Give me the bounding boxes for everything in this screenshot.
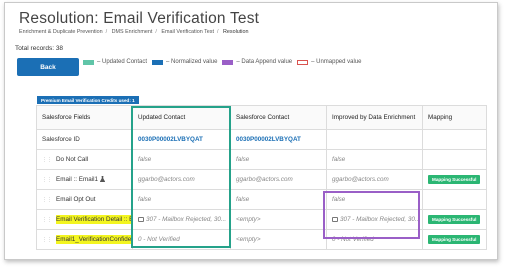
total-records: Total records: 38 xyxy=(15,45,64,52)
record-icon xyxy=(138,217,144,222)
field-name: ⋮⋮ Email :: Email1 xyxy=(36,169,133,190)
drag-handle-icon[interactable]: ⋮⋮ xyxy=(42,217,52,223)
legend-item: – Unmapped value xyxy=(297,59,362,65)
mapping-status-badge: Mapping Successful xyxy=(428,215,481,224)
table-row: ⋮⋮ Do Not Call false false false xyxy=(36,149,487,170)
updated-swatch xyxy=(83,59,94,65)
updated-value: false xyxy=(132,189,231,210)
app-window: Resolution: Email Verification Test Enri… xyxy=(4,2,498,260)
column-header: Mapping xyxy=(422,105,487,130)
salesforce-value: <empty> xyxy=(230,229,327,250)
field-name: ⋮⋮ Do Not Call xyxy=(36,149,133,170)
breadcrumb-current: Resolution xyxy=(223,29,249,35)
column-header: Updated Contact xyxy=(132,105,231,130)
mapping-cell xyxy=(422,129,487,150)
drag-handle-icon[interactable]: ⋮⋮ xyxy=(42,237,52,243)
legend-item: – Updated Contact xyxy=(83,59,147,65)
breadcrumb-item[interactable]: DMS Enrichment xyxy=(112,29,153,35)
field-name: ⋮⋮ Email1_VerificationConfide... xyxy=(36,229,133,250)
mapping-cell xyxy=(422,149,487,170)
table-row: ⋮⋮ Email :: Email1 ggarbo@actors.com ggar… xyxy=(36,169,487,190)
improved-value: ggarbo@actors.com xyxy=(326,169,423,190)
flask-icon xyxy=(100,176,105,182)
column-header: Salesforce Contact xyxy=(230,105,327,130)
updated-value: 0 - Not Verified xyxy=(132,229,231,250)
updated-value: 307 - Mailbox Rejected, 30... xyxy=(132,209,231,230)
salesforce-value[interactable]: 0030P00002LVBYQAT xyxy=(230,129,327,150)
table-row: ⋮⋮ Email Opt Out false false false xyxy=(36,189,487,210)
mapping-cell xyxy=(422,189,487,210)
drag-handle-icon[interactable]: ⋮⋮ xyxy=(42,157,52,163)
credits-badge: Premium Email Verification Credits used:… xyxy=(37,96,139,104)
page-title: Resolution: Email Verification Test xyxy=(19,10,260,27)
mapping-cell: Mapping Successful xyxy=(422,229,487,250)
improved-value: false xyxy=(326,189,423,210)
table-row: Salesforce ID 0030P00002LVBYQAT 0030P000… xyxy=(36,129,487,150)
updated-value[interactable]: 0030P00002LVBYQAT xyxy=(132,129,231,150)
improved-value xyxy=(326,129,423,150)
salesforce-value: false xyxy=(230,189,327,210)
record-icon xyxy=(332,217,338,222)
table-header-row: Salesforce Fields Updated Contact Salesf… xyxy=(36,105,487,130)
back-button[interactable]: Back xyxy=(17,58,79,76)
column-header: Improved by Data Enrichment xyxy=(326,105,423,130)
field-name: ⋮⋮ Email Opt Out xyxy=(36,189,133,210)
salesforce-value: ggarbo@actors.com xyxy=(230,169,327,190)
normalized-swatch xyxy=(152,59,164,65)
table-row: ⋮⋮ Email1_VerificationConfide... 0 - Not … xyxy=(36,229,487,250)
unmapped-swatch xyxy=(297,59,309,65)
legend-item: – Normalized value xyxy=(152,59,217,65)
resolution-table: Salesforce Fields Updated Contact Salesf… xyxy=(36,105,487,250)
legend: – Updated Contact – Normalized value – D… xyxy=(83,59,367,65)
mapping-cell: Mapping Successful xyxy=(422,169,487,190)
field-name: ⋮⋮ Email Verification Detail :: E... xyxy=(36,209,133,230)
salesforce-value: false xyxy=(230,149,327,170)
breadcrumb-item[interactable]: Enrichment & Duplicate Prevention xyxy=(19,29,103,35)
improved-value: 307 - Mailbox Rejected, 30... xyxy=(326,209,423,230)
breadcrumb-item[interactable]: Email Verification Test xyxy=(161,29,214,35)
updated-value: false xyxy=(132,149,231,170)
drag-handle-icon[interactable]: ⋮⋮ xyxy=(42,197,52,203)
improved-value: 0 - Not Verified xyxy=(326,229,423,250)
mapping-status-badge: Mapping Successful xyxy=(428,235,481,244)
salesforce-value: <empty> xyxy=(230,209,327,230)
field-name: Salesforce ID xyxy=(36,129,133,150)
breadcrumb: Enrichment & Duplicate Prevention / DMS E… xyxy=(19,29,249,35)
updated-value: ggarbo@actors.com xyxy=(132,169,231,190)
append-swatch xyxy=(222,59,234,65)
drag-handle-icon[interactable]: ⋮⋮ xyxy=(42,177,52,183)
column-header: Salesforce Fields xyxy=(36,105,133,130)
legend-item: – Data Append value xyxy=(222,59,292,65)
table-row: ⋮⋮ Email Verification Detail :: E... 307 … xyxy=(36,209,487,230)
improved-value: false xyxy=(326,149,423,170)
mapping-status-badge: Mapping Successful xyxy=(428,175,481,184)
mapping-cell: Mapping Successful xyxy=(422,209,487,230)
